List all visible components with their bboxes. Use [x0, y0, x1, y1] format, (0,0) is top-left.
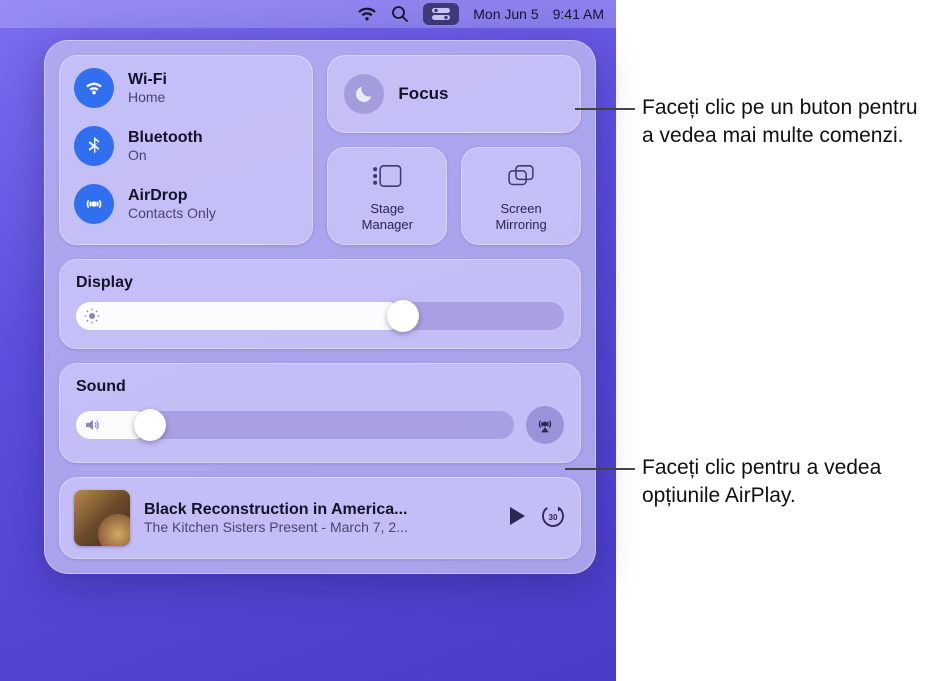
bluetooth-toggle[interactable]: Bluetooth On	[74, 126, 298, 166]
airdrop-icon	[74, 184, 114, 224]
wifi-title: Wi-Fi	[128, 71, 167, 89]
stage-manager-icon	[370, 162, 404, 195]
airplay-audio-button[interactable]	[526, 406, 564, 444]
stage-manager-label: Stage Manager	[362, 201, 413, 232]
skip-forward-30-button[interactable]: 30	[540, 503, 566, 534]
album-art	[74, 490, 130, 546]
control-center-icon[interactable]	[423, 3, 459, 25]
display-heading: Display	[76, 274, 564, 292]
screen-mirroring-icon	[504, 162, 538, 195]
wifi-toggle[interactable]: Wi-Fi Home	[74, 68, 298, 108]
svg-text:30: 30	[549, 513, 558, 522]
wifi-status: Home	[128, 89, 167, 105]
speaker-icon	[84, 417, 100, 433]
screen-mirroring-tile[interactable]: Screen Mirroring	[461, 147, 581, 245]
screen-mirroring-label: Screen Mirroring	[495, 201, 546, 232]
airdrop-status: Contacts Only	[128, 205, 216, 221]
bluetooth-title: Bluetooth	[128, 129, 203, 147]
wifi-status-icon[interactable]	[357, 3, 377, 25]
play-button[interactable]	[508, 506, 526, 531]
connectivity-tile: Wi-Fi Home Bluetooth On	[59, 55, 313, 245]
control-center-panel: Wi-Fi Home Bluetooth On	[44, 40, 596, 574]
spotlight-icon[interactable]	[391, 3, 409, 25]
bluetooth-status: On	[128, 147, 203, 163]
focus-title: Focus	[398, 84, 448, 104]
brightness-icon	[84, 308, 100, 324]
media-subtitle: The Kitchen Sisters Present - March 7, 2…	[144, 519, 494, 535]
menubar-date[interactable]: Mon Jun 5	[473, 3, 538, 25]
focus-tile[interactable]: Focus	[327, 55, 581, 133]
callout-focus: Faceți clic pe un buton pentru a vedea m…	[642, 94, 932, 151]
display-slider[interactable]	[76, 302, 564, 330]
moon-icon	[344, 74, 384, 114]
wifi-icon	[74, 68, 114, 108]
callout-airplay: Faceți clic pentru a vedea opțiunile Air…	[642, 454, 932, 511]
now-playing-tile[interactable]: Black Reconstruction in America... The K…	[59, 477, 581, 559]
sound-tile: Sound	[59, 363, 581, 463]
airdrop-title: AirDrop	[128, 187, 216, 205]
sound-heading: Sound	[76, 378, 564, 396]
airdrop-toggle[interactable]: AirDrop Contacts Only	[74, 184, 298, 224]
media-title: Black Reconstruction in America...	[144, 501, 494, 519]
bluetooth-icon	[74, 126, 114, 166]
stage-manager-tile[interactable]: Stage Manager	[327, 147, 447, 245]
menubar-time[interactable]: 9:41 AM	[553, 3, 604, 25]
display-tile: Display	[59, 259, 581, 349]
sound-slider[interactable]	[76, 411, 514, 439]
menubar: Mon Jun 5 9:41 AM	[0, 0, 616, 28]
